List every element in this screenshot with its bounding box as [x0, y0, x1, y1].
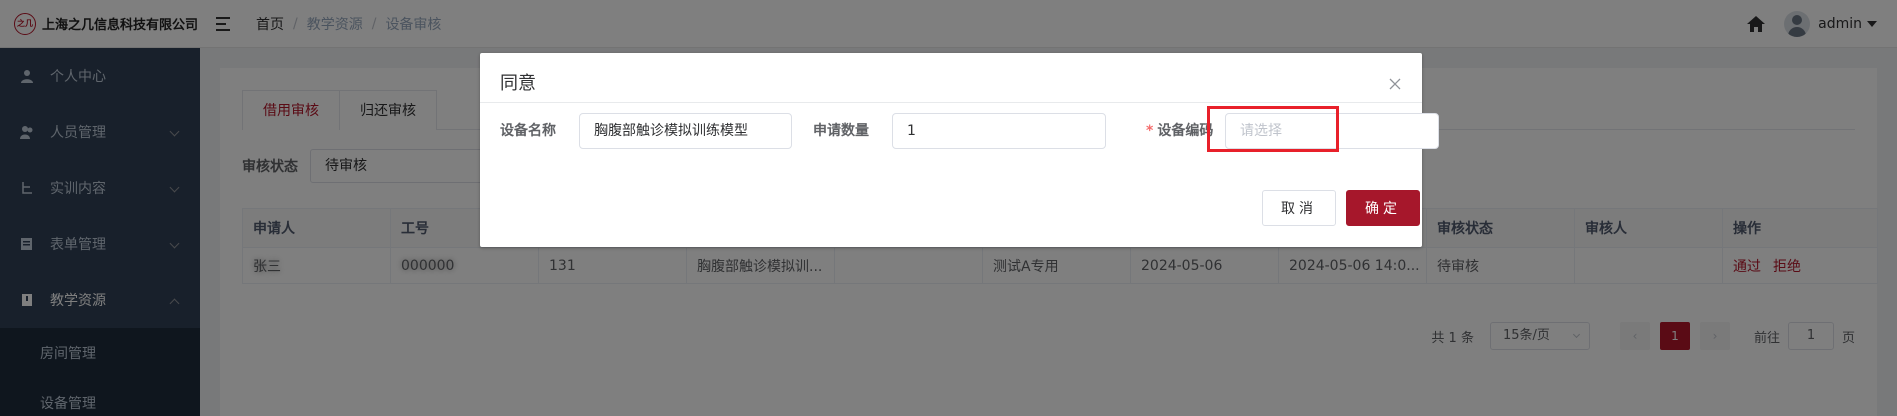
device-code-label: * 设备编码 [1146, 113, 1213, 149]
quantity-label: 申请数量 [813, 123, 869, 139]
dialog-header: 同意 [480, 53, 1422, 103]
approve-dialog: 同意 设备名称 胸腹部触诊模拟训练模型 申请数量 1 * 设备编码 请选择 取消 … [480, 53, 1439, 247]
close-icon[interactable] [1388, 77, 1402, 91]
highlight-box [1207, 106, 1339, 152]
confirm-button[interactable]: 确定 [1346, 190, 1420, 226]
device-name-label: 设备名称 [500, 123, 556, 139]
cancel-button[interactable]: 取消 [1262, 190, 1336, 226]
device-name-field[interactable]: 胸腹部触诊模拟训练模型 [579, 113, 792, 149]
device-code-label-text: 设备编码 [1157, 123, 1214, 139]
required-mark: * [1146, 123, 1154, 139]
quantity-field[interactable]: 1 [892, 113, 1106, 149]
dialog-title: 同意 [500, 73, 536, 94]
